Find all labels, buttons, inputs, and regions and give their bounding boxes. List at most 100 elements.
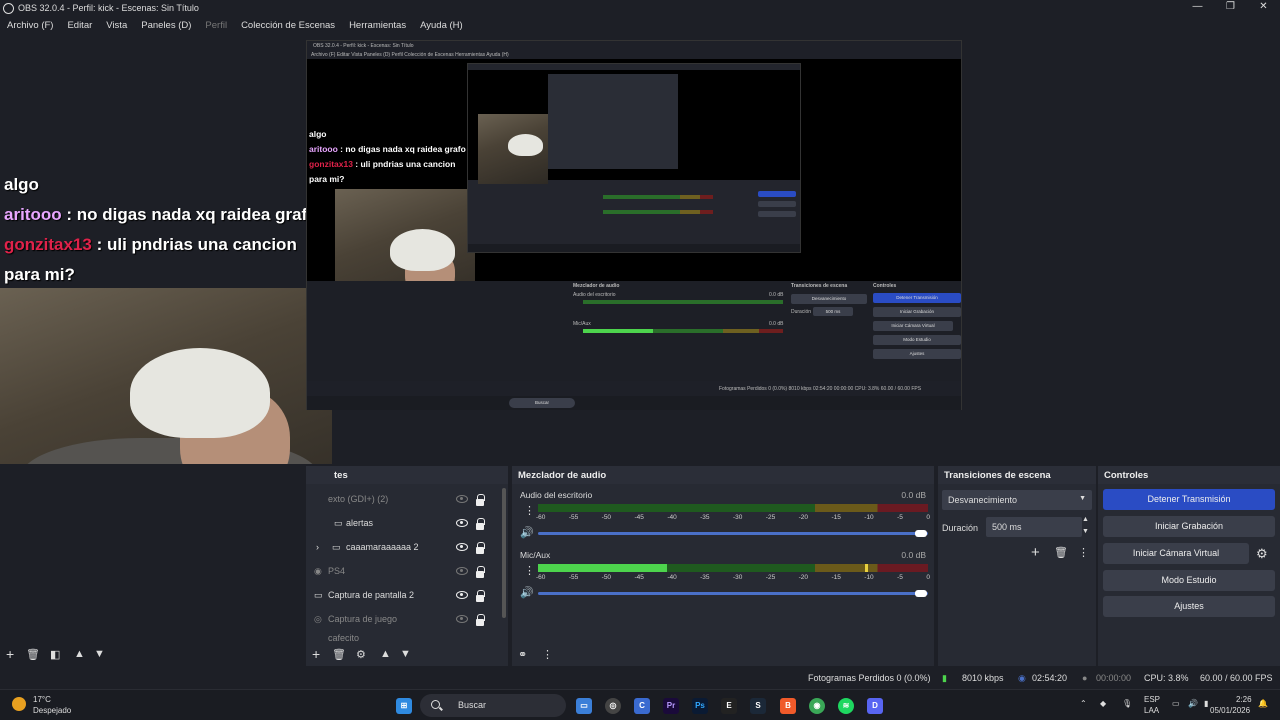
link-icon[interactable]: ⚭	[518, 648, 527, 661]
speaker-icon[interactable]: 🔊	[520, 526, 534, 539]
explorer-icon[interactable]: ▭	[576, 698, 592, 714]
filter-icon[interactable]: ◧	[50, 648, 60, 661]
discord-icon[interactable]: D	[867, 698, 883, 714]
title-bar: OBS 32.0.4 - Perfil: kick - Escenas: Sin…	[0, 0, 1280, 16]
obs-taskbar-icon[interactable]: ◎	[605, 698, 621, 714]
close-button[interactable]: ✕	[1247, 0, 1280, 14]
controls-header: Controles	[1098, 466, 1280, 484]
menu-ayuda[interactable]: Ayuda (H)	[420, 20, 463, 31]
source-item[interactable]: ▭ Captura de pantalla 2	[306, 583, 500, 607]
volume-slider-handle[interactable]	[915, 590, 927, 597]
source-item[interactable]: cafecito	[306, 631, 500, 641]
menu-perfil[interactable]: Perfil	[205, 20, 227, 31]
gear-icon[interactable]: ⚙	[1256, 546, 1268, 562]
menu-herramientas[interactable]: Herramientas	[349, 20, 406, 31]
speaker-icon[interactable]: 🔊	[520, 586, 534, 599]
capcut-icon[interactable]: C	[634, 698, 650, 714]
source-item[interactable]: ▭ alertas	[306, 511, 500, 535]
visibility-icon[interactable]	[456, 495, 468, 503]
network-icon[interactable]: ▭	[1172, 699, 1180, 708]
volume-slider-handle[interactable]	[915, 530, 927, 537]
more-options-icon[interactable]: ⋮	[542, 648, 553, 661]
nested-settings-btn: Ajustes	[873, 349, 961, 359]
taskbar-search[interactable]: Buscar	[420, 694, 566, 717]
lock-icon[interactable]	[476, 518, 485, 530]
add-icon[interactable]: +	[1031, 544, 1040, 561]
epic-games-icon[interactable]: E	[721, 698, 737, 714]
premiere-icon[interactable]: Pr	[663, 698, 679, 714]
move-up-icon[interactable]: ▲	[74, 648, 85, 660]
preview-canvas[interactable]: algo aritooo : no digas nada xq raidea g…	[0, 36, 1280, 464]
trash-icon[interactable]: 🗑	[1054, 546, 1068, 559]
tray-app-icon[interactable]: ◆	[1100, 699, 1106, 708]
settings-button[interactable]: Ajustes	[1103, 596, 1275, 617]
spotify-icon[interactable]: ≋	[838, 698, 854, 714]
transition-select[interactable]: Desvanecimiento ▼	[942, 490, 1092, 510]
lang-layout[interactable]: LAA	[1144, 706, 1159, 715]
tray-chevron-icon[interactable]: ⌃	[1080, 699, 1087, 708]
start-virtual-camera-button[interactable]: Iniciar Cámara Virtual	[1103, 543, 1249, 564]
spin-up-icon[interactable]: ▲	[1082, 516, 1089, 523]
windows-start-icon[interactable]: ⊞	[396, 698, 412, 714]
lock-icon[interactable]	[476, 566, 485, 578]
volume-slider[interactable]	[538, 592, 928, 595]
move-down-icon[interactable]: ▼	[94, 648, 105, 660]
clock-time[interactable]: 2:26	[1236, 695, 1252, 704]
start-recording-button[interactable]: Iniciar Grabación	[1103, 516, 1275, 537]
nested-duration-val: 500 ms	[813, 307, 853, 316]
move-down-icon[interactable]: ▼	[400, 648, 411, 660]
lang-code[interactable]: ESP	[1144, 695, 1160, 704]
maximize-button[interactable]: ❐	[1214, 0, 1247, 14]
menu-editar[interactable]: Editar	[67, 20, 92, 31]
menu-paneles[interactable]: Paneles (D)	[141, 20, 191, 31]
spin-down-icon[interactable]: ▼	[1082, 528, 1089, 535]
visibility-icon[interactable]	[456, 567, 468, 575]
notification-icon[interactable]: 🔔	[1258, 699, 1268, 708]
more-options-icon[interactable]: ⋮	[524, 564, 535, 577]
add-icon[interactable]: +	[312, 646, 320, 662]
add-icon[interactable]: +	[6, 646, 14, 662]
audio-mixer-panel: Mezclador de audio Audio del escritorio …	[512, 466, 934, 666]
studio-mode-button[interactable]: Modo Estudio	[1103, 570, 1275, 591]
volume-slider[interactable]	[538, 532, 928, 535]
minimize-button[interactable]: —	[1181, 0, 1214, 14]
gear-icon[interactable]: ⚙	[356, 648, 366, 661]
weather-icon[interactable]	[12, 697, 26, 711]
visibility-icon[interactable]	[456, 543, 468, 551]
lock-icon[interactable]	[476, 614, 485, 626]
menu-vista[interactable]: Vista	[106, 20, 127, 31]
menu-coleccion-escenas[interactable]: Colección de Escenas	[241, 20, 335, 31]
trash-icon[interactable]: 🗑	[26, 648, 40, 661]
source-item[interactable]: exto (GDI+) (2)	[306, 487, 500, 511]
duration-input[interactable]: 500 ms	[986, 517, 1082, 537]
lock-icon[interactable]	[476, 542, 485, 554]
source-item[interactable]: › ▭ caaamaraaaaaa 2	[306, 535, 500, 559]
nested-desktop-audio: Audio del escritorio	[573, 292, 616, 298]
photoshop-icon[interactable]: Ps	[692, 698, 708, 714]
lock-icon[interactable]	[476, 590, 485, 602]
more-options-icon[interactable]: ⋮	[1078, 546, 1089, 559]
brave-icon[interactable]: B	[780, 698, 796, 714]
battery-icon[interactable]: ▮	[1204, 699, 1208, 708]
lock-icon[interactable]	[476, 494, 485, 506]
stop-stream-button[interactable]: Detener Transmisión	[1103, 489, 1275, 510]
visibility-icon[interactable]	[456, 615, 468, 623]
sources-toolbar: + 🗑 ⚙ ▲ ▼	[306, 644, 508, 664]
menu-archivo[interactable]: Archivo (F)	[7, 20, 53, 31]
source-item[interactable]: ◉ PS4	[306, 559, 500, 583]
visibility-icon[interactable]	[456, 519, 468, 527]
microphone-icon[interactable]: 🎙	[1122, 699, 1132, 708]
chrome-icon[interactable]: ◉	[809, 698, 825, 714]
sources-scrollbar[interactable]	[502, 488, 506, 618]
visibility-icon[interactable]	[456, 591, 468, 599]
clock-date[interactable]: 05/01/2026	[1210, 706, 1250, 715]
move-up-icon[interactable]: ▲	[380, 648, 391, 660]
trash-icon[interactable]: 🗑	[332, 648, 346, 661]
more-options-icon[interactable]: ⋮	[524, 504, 535, 517]
nested-db: 0.0 dB	[769, 292, 784, 298]
nested-fade: Desvanecimiento	[791, 294, 867, 304]
steam-icon[interactable]: S	[750, 698, 766, 714]
source-item[interactable]: ◎ Captura de juego	[306, 607, 500, 631]
deep-nested-preview	[467, 63, 801, 253]
volume-icon[interactable]: 🔊	[1188, 699, 1198, 708]
